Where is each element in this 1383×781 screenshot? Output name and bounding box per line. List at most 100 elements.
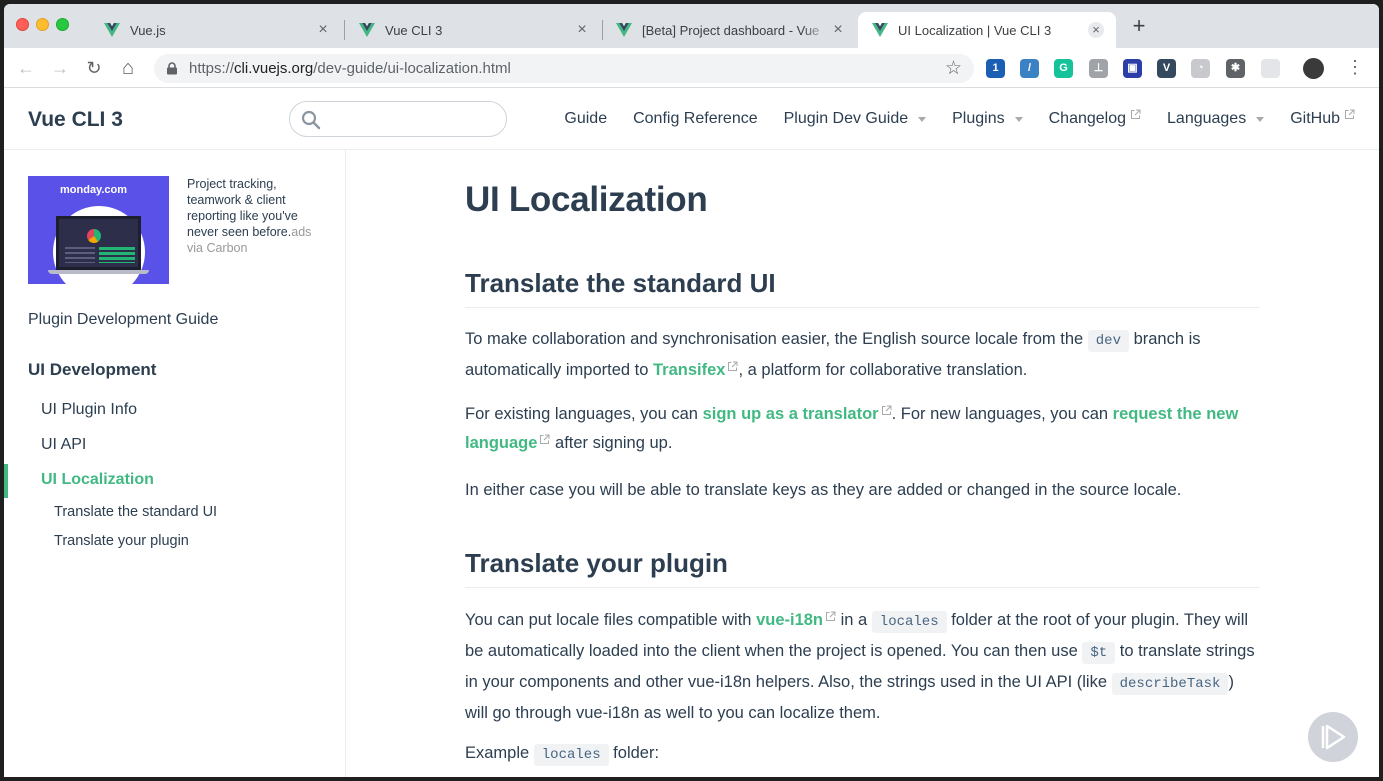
sign-up-translator-link[interactable]: sign up as a translator xyxy=(703,405,892,423)
nav-link-config-reference[interactable]: Config Reference xyxy=(633,110,758,128)
puzzle-icon[interactable]: ✱ xyxy=(1226,59,1245,78)
browser-toolbar: ← → ↻ ⌂ https://cli.vuejs.org/dev-guide/… xyxy=(4,48,1379,88)
inline-code: $t xyxy=(1082,642,1116,664)
paragraph: For existing languages, you can sign up … xyxy=(465,400,1260,458)
nav-link-languages[interactable]: Languages xyxy=(1167,110,1265,128)
ad-brand-logo: monday.com xyxy=(60,184,128,196)
profile-avatar-icon[interactable] xyxy=(1303,58,1324,79)
nav-link-github[interactable]: GitHub xyxy=(1290,109,1355,128)
tab-vuejs[interactable]: Vue.js × xyxy=(90,12,343,48)
window-maximize-button[interactable] xyxy=(56,18,69,31)
nav-link-changelog[interactable]: Changelog xyxy=(1048,109,1141,128)
bookmark-ext-icon[interactable]: ▣ xyxy=(1123,59,1142,78)
tab-close-icon[interactable]: × xyxy=(315,22,331,38)
new-tab-button[interactable]: + xyxy=(1128,15,1150,38)
tab-label: UI Localization | Vue CLI 3 xyxy=(898,22,1052,38)
video-play-button[interactable] xyxy=(1308,712,1358,762)
dropdown-caret-icon xyxy=(918,116,927,122)
nav-link-label: Changelog xyxy=(1048,110,1127,127)
text: in a xyxy=(836,611,872,629)
section-heading-your-plugin[interactable]: Translate your plugin xyxy=(465,548,1260,588)
forward-button[interactable]: → xyxy=(50,58,70,78)
grammarly-icon[interactable]: G xyxy=(1054,59,1073,78)
nav-link-label: Config Reference xyxy=(633,110,758,127)
address-bar[interactable]: https://cli.vuejs.org/dev-guide/ui-local… xyxy=(154,54,974,83)
web-page: Vue CLI 3 Guide Config Reference Plugin De… xyxy=(4,88,1379,777)
external-link-icon xyxy=(1345,109,1355,119)
nav-link-label: Guide xyxy=(564,110,608,127)
sitemap-icon[interactable]: ⊥ xyxy=(1089,59,1108,78)
sidebar-item-ui-localization[interactable]: UI Localization xyxy=(41,471,154,489)
url-text: https://cli.vuejs.org/dev-guide/ui-local… xyxy=(189,60,511,77)
nav-link-label: Languages xyxy=(1167,110,1247,127)
tab-project-dashboard[interactable]: [Beta] Project dashboard - Vue × xyxy=(602,12,858,48)
paragraph: To make collaboration and synchronisatio… xyxy=(465,325,1260,385)
1password-icon[interactable]: 1 xyxy=(986,59,1005,78)
blank-ext-icon[interactable] xyxy=(1261,59,1280,78)
sidebar-item-ui-plugin-info[interactable]: UI Plugin Info xyxy=(41,401,137,419)
paragraph: In either case you will be able to trans… xyxy=(465,481,1182,499)
vue-logo-icon xyxy=(872,23,888,37)
external-link-icon xyxy=(728,361,738,371)
inline-code: describeTask xyxy=(1111,673,1229,695)
active-indicator xyxy=(4,464,8,498)
external-link-icon xyxy=(540,434,550,444)
inline-code: locales xyxy=(871,611,947,633)
ad-image[interactable]: monday.com xyxy=(28,176,169,284)
laptop-illustration xyxy=(56,216,141,270)
nav-link-plugins[interactable]: Plugins xyxy=(952,110,1023,128)
tab-ui-localization[interactable]: UI Localization | Vue CLI 3 × xyxy=(858,12,1116,48)
tab-close-icon[interactable]: × xyxy=(1088,22,1104,38)
text: You can put locale files compatible with xyxy=(465,611,757,629)
carbon-ad[interactable]: monday.com Project tracking, teamwork & … xyxy=(28,176,328,286)
text: . For new languages, you can xyxy=(891,405,1113,423)
text: To make collaboration and synchronisatio… xyxy=(465,330,1088,348)
site-title[interactable]: Vue CLI 3 xyxy=(28,108,123,132)
tab-label: Vue CLI 3 xyxy=(385,22,443,38)
play-icon xyxy=(1321,724,1346,750)
sidebar-item-ui-api[interactable]: UI API xyxy=(41,436,86,454)
nav-link-guide[interactable]: Guide xyxy=(564,110,607,128)
tab-close-icon[interactable]: × xyxy=(574,22,590,38)
edge-ext-icon[interactable]: / xyxy=(1020,59,1039,78)
home-button[interactable]: ⌂ xyxy=(118,58,138,78)
tab-vue-cli[interactable]: Vue CLI 3 × xyxy=(345,12,602,48)
external-link-icon xyxy=(1131,109,1141,119)
window-close-button[interactable] xyxy=(16,18,29,31)
sidebar-group-plugin-dev-guide[interactable]: Plugin Development Guide xyxy=(28,311,218,329)
nav-links: Guide Config Reference Plugin Dev Guide Plu… xyxy=(538,109,1355,128)
pie-chart-graphic xyxy=(87,229,101,243)
external-link-icon xyxy=(881,405,892,415)
bars-graphic xyxy=(99,247,135,263)
section-heading-standard-ui[interactable]: Translate the standard UI xyxy=(465,268,1260,308)
timer-icon[interactable]: ◔ xyxy=(1191,59,1210,78)
window-minimize-button[interactable] xyxy=(36,18,49,31)
reload-button[interactable]: ↻ xyxy=(84,58,104,78)
paragraph: You can put locale files compatible with… xyxy=(465,606,1260,728)
search-input[interactable] xyxy=(289,101,507,137)
vue-logo-icon xyxy=(104,23,120,37)
nav-link-label: Plugin Dev Guide xyxy=(783,110,909,127)
lock-icon xyxy=(167,62,177,75)
sidebar-heading-ui-development[interactable]: UI Development xyxy=(28,360,156,380)
browser-menu-button[interactable]: ⋮ xyxy=(1346,57,1364,77)
text: after signing up. xyxy=(550,434,673,452)
tab-label: Vue.js xyxy=(130,22,166,38)
tab-close-icon[interactable]: × xyxy=(830,22,846,38)
dropdown-caret-icon xyxy=(1014,116,1023,122)
sidebar-subitem-translate-standard-ui[interactable]: Translate the standard UI xyxy=(54,504,217,520)
paragraph: Example locales folder: xyxy=(465,739,1260,770)
sidebar-subitem-translate-your-plugin[interactable]: Translate your plugin xyxy=(54,533,189,549)
text: folder: xyxy=(608,744,660,762)
bookmark-star-icon[interactable]: ☆ xyxy=(945,57,962,80)
back-button[interactable]: ← xyxy=(16,58,36,78)
vue-logo-icon xyxy=(616,23,632,37)
vue-i18n-link[interactable]: vue-i18n xyxy=(756,611,836,629)
ad-text[interactable]: Project tracking, teamwork & client repo… xyxy=(187,176,317,256)
transifex-link[interactable]: Transifex xyxy=(653,361,738,379)
nav-link-plugin-dev-guide[interactable]: Plugin Dev Guide xyxy=(784,110,927,128)
ad-description[interactable]: Project tracking, teamwork & client repo… xyxy=(187,177,298,239)
vue-devtools-icon[interactable]: V xyxy=(1157,59,1176,78)
tab-label: [Beta] Project dashboard - Vue xyxy=(642,22,820,38)
nav-link-label: Plugins xyxy=(952,110,1005,127)
